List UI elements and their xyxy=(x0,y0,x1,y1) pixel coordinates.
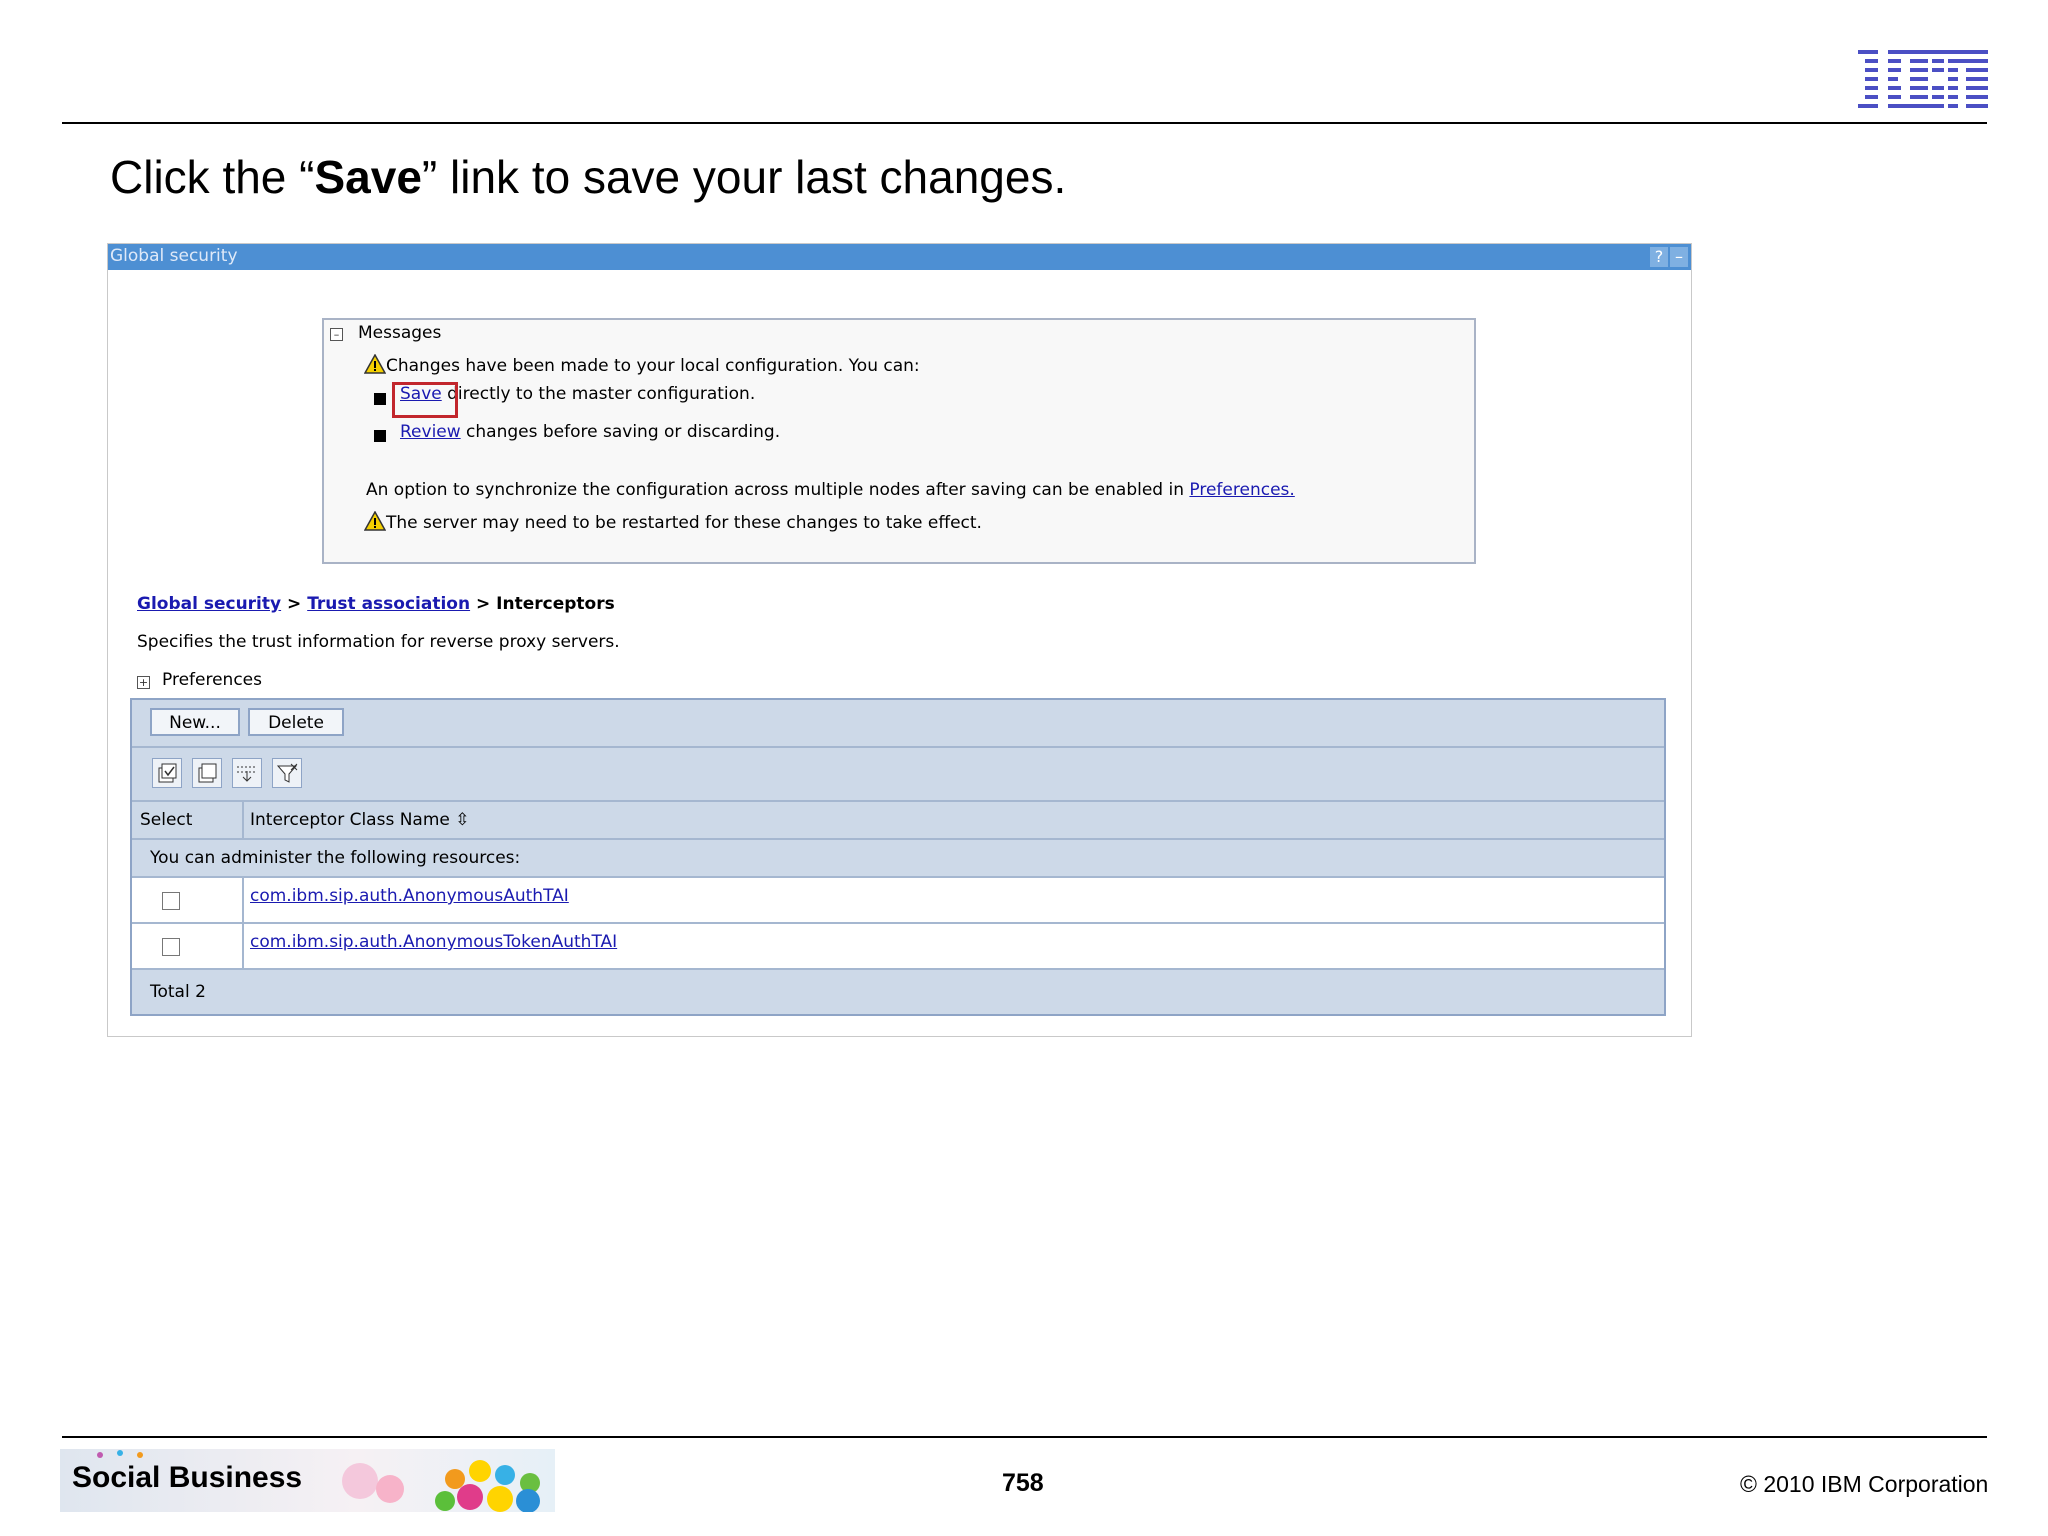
bullet-icon xyxy=(374,393,386,405)
save-highlight-box xyxy=(392,382,458,418)
sync-note: An option to synchronize the configurati… xyxy=(366,480,1295,500)
page-description: Specifies the trust information for reve… xyxy=(137,632,620,652)
restart-note: The server may need to be restarted for … xyxy=(364,511,982,533)
breadcrumb-trust-association[interactable]: Trust association xyxy=(307,594,470,614)
preferences-toggle[interactable]: + Preferences xyxy=(137,670,262,690)
icon-toolbar xyxy=(132,748,1664,802)
row-checkbox[interactable] xyxy=(162,892,180,910)
slide-title: Click the “Save” link to save your last … xyxy=(110,151,1067,203)
changes-note: Changes have been made to your local con… xyxy=(364,354,920,376)
table-row: com.ibm.sip.auth.AnonymousAuthTAI xyxy=(132,878,1664,924)
column-header-select: Select xyxy=(140,810,193,830)
social-business-banner: Social Business xyxy=(60,1449,555,1512)
breadcrumb-global-security[interactable]: Global security xyxy=(137,594,281,614)
new-button[interactable]: New... xyxy=(150,708,240,736)
review-link[interactable]: Review xyxy=(400,422,461,442)
breadcrumb-current: Interceptors xyxy=(496,594,615,614)
column-header-class-name[interactable]: Interceptor Class Name ⇳ xyxy=(250,810,470,830)
resources-note: You can administer the following resourc… xyxy=(150,848,521,868)
resources-note-row: You can administer the following resourc… xyxy=(132,840,1664,878)
messages-panel: – Messages Changes have been made to you… xyxy=(322,318,1476,564)
sort-icon[interactable]: ⇳ xyxy=(455,810,469,830)
review-line: Review changes before saving or discardi… xyxy=(400,422,781,442)
select-all-icon[interactable] xyxy=(152,758,182,788)
table-header-row: Select Interceptor Class Name ⇳ xyxy=(132,802,1664,840)
minimize-icon[interactable]: – xyxy=(1670,247,1688,267)
expand-icon[interactable]: + xyxy=(137,676,150,689)
table-total-row: Total 2 xyxy=(132,970,1664,1014)
deselect-all-icon[interactable] xyxy=(192,758,222,788)
row-checkbox[interactable] xyxy=(162,938,180,956)
collapse-icon[interactable]: – xyxy=(330,328,343,341)
copyright: © 2010 IBM Corporation xyxy=(1740,1471,1989,1497)
table-total: Total 2 xyxy=(150,982,206,1002)
help-icon[interactable]: ? xyxy=(1650,247,1668,267)
bullet-icon xyxy=(374,430,386,442)
delete-button[interactable]: Delete xyxy=(248,708,344,736)
footer-rule xyxy=(62,1436,1987,1438)
clear-filter-icon[interactable] xyxy=(272,758,302,788)
breadcrumb: Global security > Trust association > In… xyxy=(137,594,615,614)
console-screenshot: Global security ? – – Messages Changes h… xyxy=(107,243,1692,1037)
interceptor-link[interactable]: com.ibm.sip.auth.AnonymousTokenAuthTAI xyxy=(250,932,617,952)
interceptor-link[interactable]: com.ibm.sip.auth.AnonymousAuthTAI xyxy=(250,886,569,906)
interceptors-table: New... Delete Select Interceptor Class N… xyxy=(130,698,1666,1016)
page-number: 758 xyxy=(1002,1469,1044,1497)
footer-brand: Social Business xyxy=(72,1461,303,1494)
button-bar: New... Delete xyxy=(132,700,1664,748)
window-title: Global security xyxy=(110,246,238,266)
warning-icon xyxy=(364,354,386,374)
preferences-link[interactable]: Preferences. xyxy=(1189,480,1294,500)
window-titlebar: Global security ? – xyxy=(108,244,1691,270)
table-row: com.ibm.sip.auth.AnonymousTokenAuthTAI xyxy=(132,924,1664,970)
warning-icon xyxy=(364,511,386,531)
show-filter-icon[interactable] xyxy=(232,758,262,788)
messages-header: Messages xyxy=(358,323,442,343)
header-rule xyxy=(62,122,1987,124)
ibm-logo xyxy=(1858,50,1988,108)
